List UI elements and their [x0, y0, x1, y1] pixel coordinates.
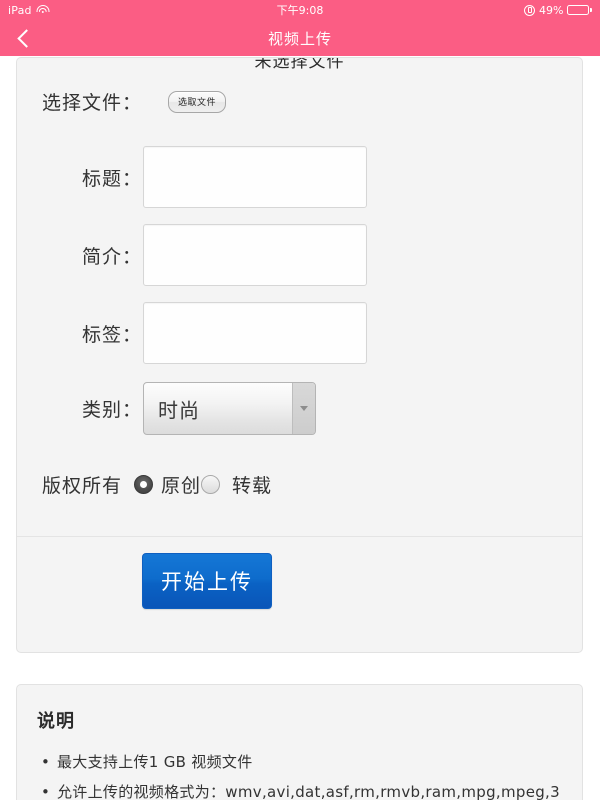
- list-item: 允许上传的视频格式为：wmv,avi,dat,asf,rm,rmvb,ram,m…: [41, 777, 574, 800]
- description-label: 简介：: [81, 245, 142, 268]
- radio-repost-label: 转载: [232, 475, 273, 497]
- copyright-label: 版权所有: [42, 475, 123, 497]
- copyright-row: 版权所有 原创 转载: [42, 471, 272, 498]
- file-status-text: 未选择文件: [254, 57, 345, 72]
- description-row: 简介：: [17, 224, 582, 286]
- chevron-down-icon: [300, 406, 308, 411]
- tag-row: 标签：: [17, 302, 582, 364]
- carrier-label: iPad: [8, 3, 32, 17]
- category-row: 类别： 时尚: [17, 382, 582, 435]
- chevron-left-icon: [16, 28, 36, 48]
- battery-percent-label: 49%: [538, 3, 564, 17]
- choose-file-button[interactable]: 选取文件: [168, 90, 227, 113]
- page-title: 视频上传: [267, 29, 332, 48]
- title-label: 标题：: [81, 167, 142, 190]
- instructions-list: 最大支持上传1 GB 视频文件 允许上传的视频格式为：wmv,avi,dat,a…: [37, 747, 574, 800]
- instructions-card: 说明 最大支持上传1 GB 视频文件 允许上传的视频格式为：wmv,avi,da…: [16, 684, 583, 800]
- upload-form-card: 未选择文件 选择文件： 选取文件 标题： 简介： 标签： 类别： 时尚 版权所有…: [16, 57, 583, 653]
- instruction-text-2: 允许上传的视频格式为：wmv,avi,dat,asf,rm,rmvb,ram,m…: [57, 783, 560, 800]
- description-input[interactable]: [143, 224, 367, 286]
- choose-file-row: 选择文件： 选取文件: [17, 88, 582, 115]
- radio-repost[interactable]: [201, 475, 221, 494]
- tag-label: 标签：: [81, 323, 142, 346]
- radio-original-label: 原创: [161, 475, 202, 497]
- list-item: 最大支持上传1 GB 视频文件: [41, 747, 574, 777]
- choose-file-label: 选择文件：: [41, 92, 142, 114]
- status-bar: iPad 下午9:08 49%: [0, 0, 600, 20]
- nav-bar: 视频上传: [0, 20, 600, 56]
- radio-original[interactable]: [134, 475, 154, 494]
- category-label: 类别：: [81, 399, 142, 421]
- title-row: 标题：: [17, 146, 582, 208]
- instruction-text-1: 最大支持上传1 GB 视频文件: [57, 753, 253, 771]
- category-select[interactable]: 时尚: [143, 382, 316, 435]
- category-select-arrow-box: [292, 383, 315, 434]
- back-button[interactable]: [0, 20, 48, 56]
- form-divider: [17, 536, 582, 537]
- battery-icon: [567, 5, 592, 15]
- title-input[interactable]: [143, 146, 367, 208]
- status-bar-right: 49%: [523, 3, 592, 17]
- start-upload-button[interactable]: 开始上传: [142, 553, 272, 609]
- category-selected-value: 时尚: [158, 398, 200, 422]
- status-bar-left: iPad: [8, 3, 50, 17]
- wifi-icon: [36, 5, 50, 15]
- status-bar-clock: 下午9:08: [276, 4, 324, 17]
- instructions-title: 说明: [37, 711, 75, 732]
- tag-input[interactable]: [143, 302, 367, 364]
- rotation-lock-icon: [523, 4, 535, 16]
- page-content: 未选择文件 选择文件： 选取文件 标题： 简介： 标签： 类别： 时尚 版权所有…: [0, 56, 600, 800]
